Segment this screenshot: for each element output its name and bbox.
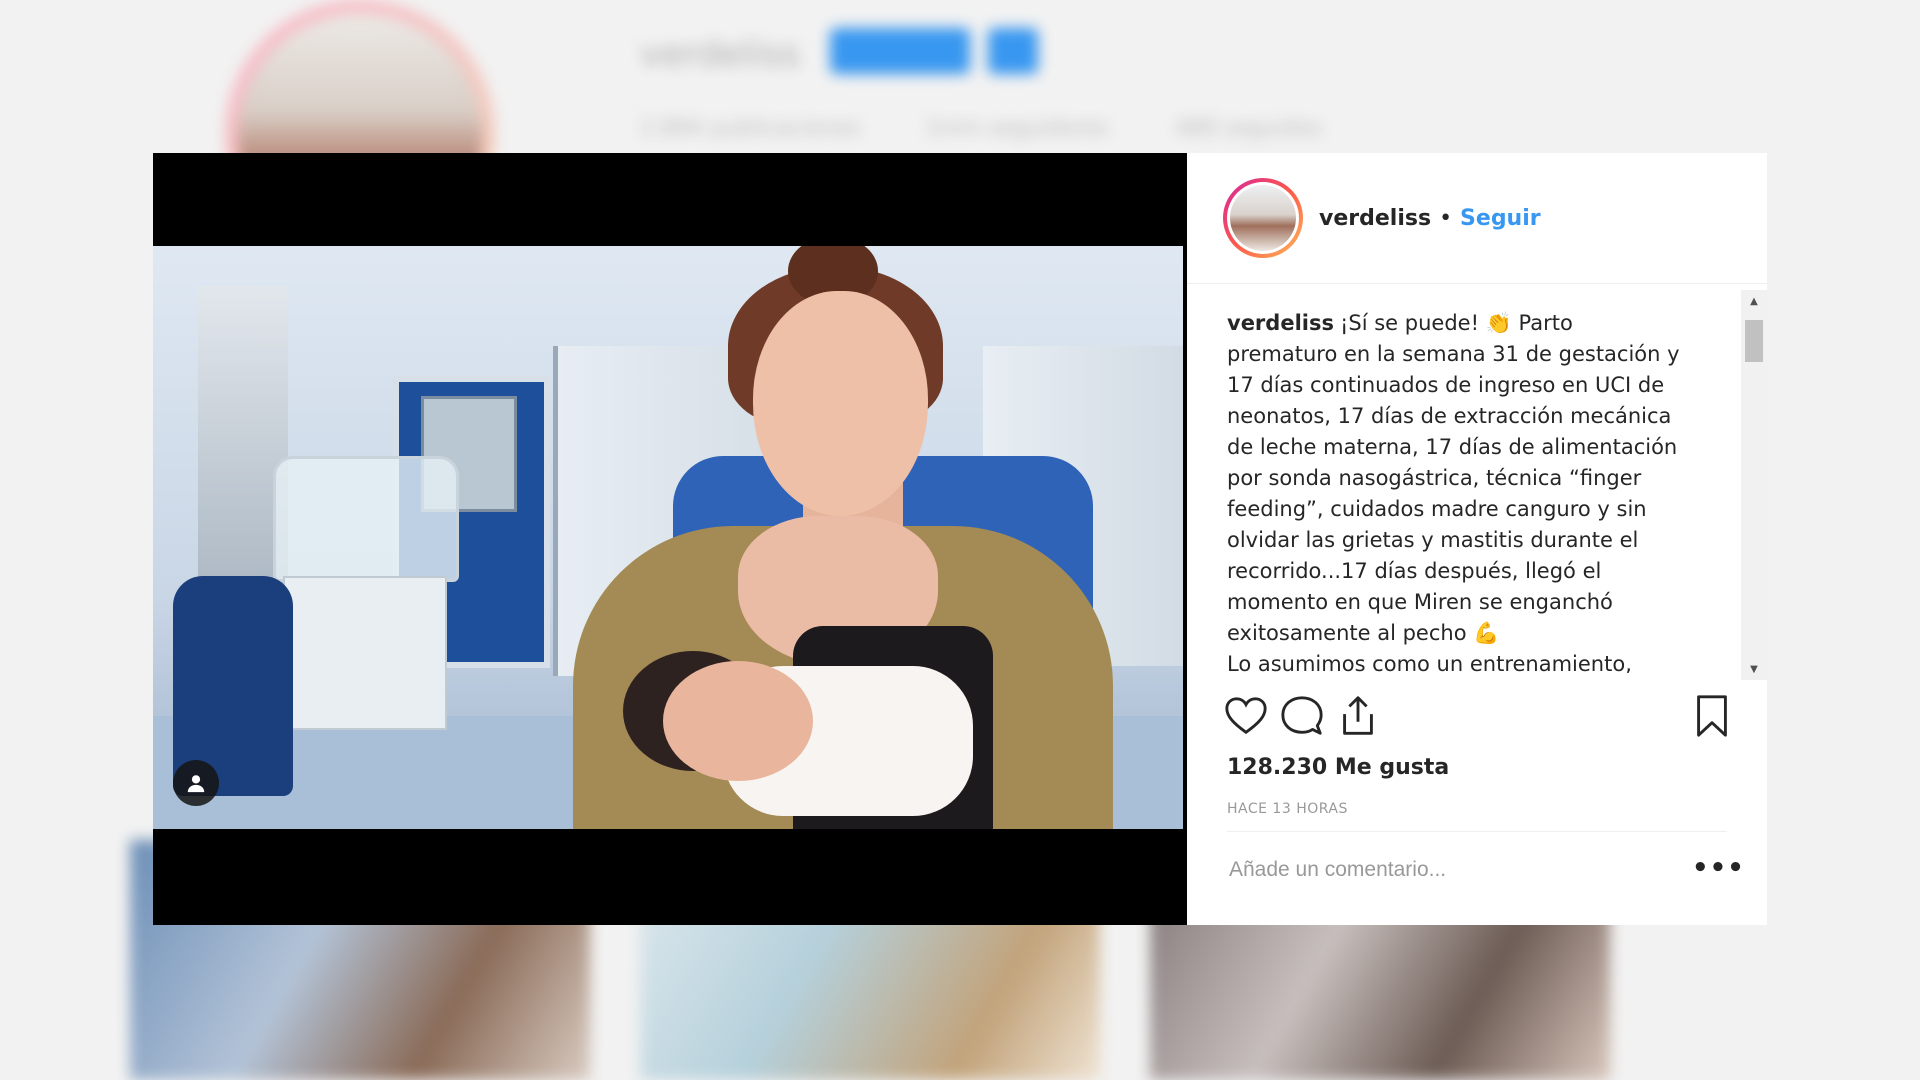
action-bar	[1223, 693, 1733, 753]
comment-icon[interactable]	[1279, 693, 1327, 741]
post-timestamp[interactable]: HACE 13 HORAS	[1227, 801, 1348, 817]
background-username: verdeliss	[640, 34, 801, 75]
user-tag-icon[interactable]	[173, 760, 219, 806]
share-glyph	[1343, 696, 1373, 735]
avatar[interactable]	[1223, 178, 1303, 258]
caption-area[interactable]: verdeliss ¡Sí se puede! 👏 Parto prematuro…	[1187, 283, 1767, 680]
scroll-up-arrow[interactable]: ▲	[1741, 290, 1767, 312]
post-video[interactable]	[153, 153, 1187, 925]
share-icon[interactable]	[1335, 693, 1383, 741]
comment-glyph	[1281, 696, 1323, 735]
background-stat-following: 489 seguidos	[1175, 116, 1322, 141]
more-options-button[interactable]: •••	[1692, 853, 1745, 883]
user-tag-glyph	[187, 775, 205, 793]
caption-text: ¡Sí se puede! 👏 Parto prematuro en la se…	[1227, 311, 1680, 645]
scroll-down-arrow[interactable]: ▼	[1741, 658, 1767, 680]
caption-text-continued: Lo asumimos como un entrenamiento,	[1227, 652, 1632, 673]
comment-divider	[1227, 831, 1727, 832]
post-side-panel: verdeliss • Seguir verdeliss ¡Sí se puede…	[1187, 153, 1767, 925]
scene-incubator-base	[283, 576, 447, 730]
scroll-thumb[interactable]	[1745, 320, 1763, 362]
background-dropdown-button	[988, 28, 1038, 74]
scene-incubator	[273, 456, 459, 582]
scene-mother-face	[753, 291, 928, 516]
header-username[interactable]: verdeliss	[1319, 206, 1431, 231]
background-follow-button	[830, 28, 970, 74]
heart-icon[interactable]	[1223, 693, 1271, 741]
background-stat-posts: 2.894 publicaciones	[640, 116, 861, 141]
scene-mother-hand	[663, 661, 813, 781]
post-modal: verdeliss • Seguir verdeliss ¡Sí se puede…	[153, 153, 1767, 925]
caption-username[interactable]: verdeliss	[1227, 311, 1334, 335]
like-count[interactable]: 128.230 Me gusta	[1227, 755, 1449, 780]
heart-glyph	[1225, 697, 1267, 735]
follow-button[interactable]: Seguir	[1460, 206, 1541, 231]
bookmark-glyph	[1697, 695, 1727, 737]
caption: verdeliss ¡Sí se puede! 👏 Parto prematuro…	[1227, 308, 1687, 673]
post-image	[153, 246, 1183, 829]
background-stat-followers: 1mm seguidores	[925, 116, 1109, 141]
avatar-image	[1230, 185, 1296, 251]
comment-input[interactable]	[1227, 849, 1671, 891]
caption-scrollbar[interactable]: ▲ ▼	[1741, 290, 1767, 680]
bookmark-icon[interactable]	[1689, 693, 1737, 741]
avatar-border	[1227, 182, 1299, 254]
post-header: verdeliss • Seguir	[1187, 153, 1767, 284]
header-separator: •	[1439, 205, 1453, 231]
